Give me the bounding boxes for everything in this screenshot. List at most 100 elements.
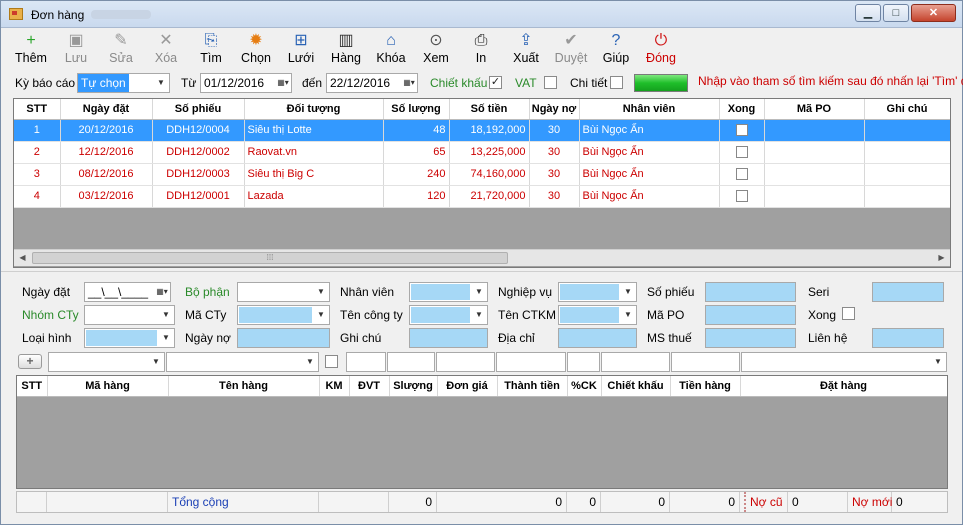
- from-date-picker[interactable]: 01/12/2016 ▦▾: [200, 73, 292, 93]
- orders-grid[interactable]: STT Ngày đặt Số phiếu Đối tượng Số lượng Số t…: [13, 98, 951, 268]
- toolbar-approve-button[interactable]: ✔ Duyệt: [549, 31, 593, 69]
- staff-select[interactable]: ▼: [409, 282, 488, 302]
- column-header[interactable]: Nhân viên: [579, 99, 720, 120]
- column-header[interactable]: ĐVT: [349, 376, 390, 397]
- company-code-select[interactable]: ▼: [237, 305, 330, 325]
- column-header[interactable]: Ngày đặt: [60, 99, 153, 120]
- column-header[interactable]: Đối tượng: [244, 99, 384, 120]
- column-header[interactable]: Mã hàng: [47, 376, 169, 397]
- company-name-select[interactable]: ▼: [409, 305, 488, 325]
- period-select[interactable]: Tự chọn ▼: [77, 73, 170, 93]
- toolbar-find-button[interactable]: ⎘ Tìm: [189, 31, 233, 69]
- column-header[interactable]: Ngày nợ: [529, 99, 580, 120]
- toolbar-edit-button[interactable]: ✎ Sửa: [99, 31, 143, 69]
- toolbar-delete-button[interactable]: ✕ Xóa: [144, 31, 188, 69]
- chevron-down-icon[interactable]: ▼: [620, 283, 636, 301]
- done-checkbox[interactable]: [735, 124, 748, 137]
- chevron-down-icon[interactable]: ▼: [930, 353, 946, 371]
- toolbar-grid-button[interactable]: ⊞ Lưới: [279, 31, 323, 69]
- chevron-down-icon[interactable]: ▼: [153, 74, 169, 92]
- qty-input[interactable]: [387, 352, 435, 372]
- column-header[interactable]: Số tiền: [449, 99, 530, 120]
- contact-input[interactable]: [872, 328, 944, 348]
- done-checkbox[interactable]: [735, 168, 748, 181]
- tax-code-input[interactable]: [705, 328, 796, 348]
- goods-input[interactable]: [671, 352, 740, 372]
- column-header[interactable]: Đặt hàng: [740, 376, 947, 397]
- department-select[interactable]: ▼: [237, 282, 330, 302]
- item-name-select[interactable]: ▼: [166, 352, 319, 372]
- column-header[interactable]: Slượng: [389, 376, 438, 397]
- chevron-down-icon[interactable]: ▼: [158, 329, 174, 347]
- toolbar-books-button[interactable]: ▥ Hàng: [324, 31, 368, 69]
- toolbar-save-button[interactable]: ▣ Lưu: [54, 31, 98, 69]
- table-row[interactable]: 2 12/12/2016 DDH12/0002 Raovat.vn 65 13,225,0…: [14, 141, 950, 164]
- column-header[interactable]: Số lượng: [383, 99, 450, 120]
- detail-checkbox[interactable]: [610, 76, 623, 89]
- toolbar-printer-button[interactable]: ⎙ In: [459, 31, 503, 69]
- column-header[interactable]: Mã PO: [764, 99, 865, 120]
- toolbar-help-button[interactable]: ? Giúp: [594, 31, 638, 69]
- calendar-icon[interactable]: ▦▾: [401, 74, 417, 92]
- calendar-icon[interactable]: ▦▾: [275, 74, 291, 92]
- discount-input[interactable]: [601, 352, 670, 372]
- calendar-icon[interactable]: ▦▾: [154, 283, 170, 301]
- table-row[interactable]: 1 20/12/2016 DDH12/0004 Siêu thị Lotte 48 18,…: [14, 119, 950, 142]
- type-select[interactable]: ▼: [84, 328, 175, 348]
- chevron-down-icon[interactable]: ▼: [471, 306, 487, 324]
- scroll-thumb[interactable]: ⁞⁞⁞: [32, 252, 508, 264]
- maximize-button[interactable]: □: [883, 4, 909, 22]
- details-grid[interactable]: STT Mã hàng Tên hàng KM ĐVT Slượng Đơn giá Thàn…: [16, 375, 948, 489]
- total-input[interactable]: [496, 352, 566, 372]
- scroll-left-icon[interactable]: ◀: [14, 250, 31, 266]
- toolbar-export-button[interactable]: ⇪ Xuất: [504, 31, 548, 69]
- column-header[interactable]: %CK: [567, 376, 602, 397]
- voucher-no-input[interactable]: [705, 282, 796, 302]
- column-header[interactable]: STT: [14, 99, 61, 120]
- add-detail-button[interactable]: +: [18, 354, 42, 369]
- scroll-right-icon[interactable]: ▶: [933, 250, 950, 266]
- done-checkbox[interactable]: [735, 146, 748, 159]
- column-header[interactable]: Thành tiền: [497, 376, 568, 397]
- chevron-down-icon[interactable]: ▼: [302, 353, 318, 371]
- unit-input[interactable]: [346, 352, 386, 372]
- promo-name-select[interactable]: ▼: [558, 305, 637, 325]
- title-bar[interactable]: Đơn hàng ▁ □ ✕: [1, 1, 962, 28]
- done-checkbox[interactable]: [735, 190, 748, 203]
- debt-date-input[interactable]: [237, 328, 330, 348]
- toolbar-lock-button[interactable]: ⌂ Khóa: [369, 31, 413, 69]
- table-row[interactable]: 4 03/12/2016 DDH12/0001 Lazada 120 21,720,000…: [14, 185, 950, 208]
- chevron-down-icon[interactable]: ▼: [313, 306, 329, 324]
- company-group-select[interactable]: ▼: [84, 305, 175, 325]
- chevron-down-icon[interactable]: ▼: [158, 306, 174, 324]
- table-row[interactable]: 3 08/12/2016 DDH12/0003 Siêu thị Big C 240 74…: [14, 163, 950, 186]
- chevron-down-icon[interactable]: ▼: [148, 353, 164, 371]
- column-header[interactable]: Tên hàng: [168, 376, 320, 397]
- serial-input[interactable]: [872, 282, 944, 302]
- toolbar-power-button[interactable]: ⏻ Đóng: [639, 31, 683, 69]
- to-date-picker[interactable]: 22/12/2016 ▦▾: [326, 73, 418, 93]
- orders-hscroll[interactable]: ◀ ⁞⁞⁞ ▶: [14, 249, 950, 266]
- chevron-down-icon[interactable]: ▼: [313, 283, 329, 301]
- close-button[interactable]: ✕: [911, 4, 956, 22]
- column-header[interactable]: STT: [17, 376, 48, 397]
- toolbar-gear-button[interactable]: ✹ Chọn: [234, 31, 278, 69]
- order-select[interactable]: ▼: [741, 352, 947, 372]
- discount-pct-input[interactable]: [567, 352, 600, 372]
- done-checkbox[interactable]: [842, 307, 855, 320]
- column-header[interactable]: Xong: [719, 99, 765, 120]
- minimize-button[interactable]: ▁: [855, 4, 881, 22]
- chevron-down-icon[interactable]: ▼: [620, 306, 636, 324]
- address-input[interactable]: [558, 328, 637, 348]
- order-date-picker[interactable]: __\__\____ ▦▾: [84, 282, 171, 302]
- promo-checkbox[interactable]: [325, 355, 338, 368]
- column-header[interactable]: Đơn giá: [437, 376, 498, 397]
- note-input[interactable]: [409, 328, 488, 348]
- item-code-select[interactable]: ▼: [48, 352, 165, 372]
- column-header[interactable]: Tiền hàng: [670, 376, 741, 397]
- price-input[interactable]: [436, 352, 495, 372]
- column-header[interactable]: KM: [319, 376, 350, 397]
- discount-checkbox[interactable]: ✓: [489, 76, 502, 89]
- column-header[interactable]: Số phiếu: [152, 99, 245, 120]
- vat-checkbox[interactable]: [544, 76, 557, 89]
